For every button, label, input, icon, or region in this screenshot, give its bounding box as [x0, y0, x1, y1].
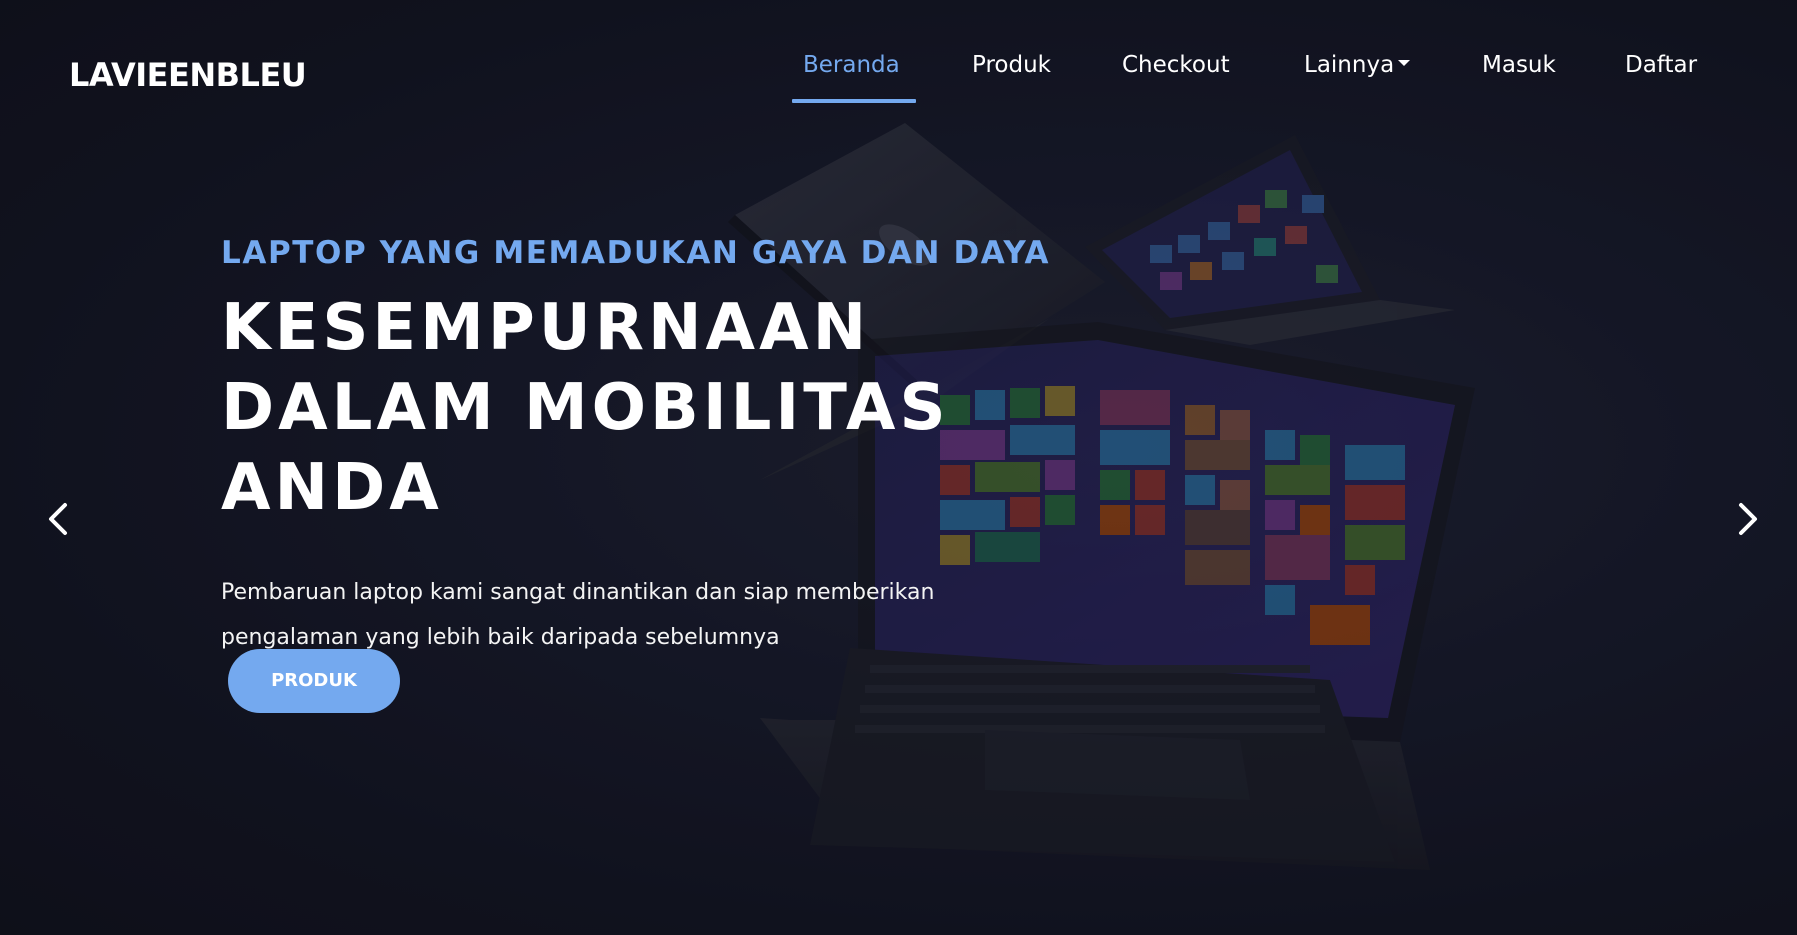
nav-item-beranda[interactable]: Beranda	[803, 52, 900, 78]
nav-item-daftar[interactable]: Daftar	[1625, 52, 1697, 78]
nav-item-checkout[interactable]: Checkout	[1122, 52, 1230, 78]
nav-item-label: Beranda	[803, 52, 900, 78]
hero-title: KESEMPURNAAN DALAM MOBILITAS ANDA	[221, 291, 950, 525]
nav-item-label: Checkout	[1122, 52, 1230, 78]
nav-item-lainnya-dropdown[interactable]: Lainnya	[1304, 52, 1411, 78]
hero-page: LAVIEENBLEU Beranda Produk Checkout Lain…	[0, 0, 1797, 935]
nav-item-label: Produk	[972, 52, 1051, 78]
nav-item-masuk[interactable]: Masuk	[1482, 52, 1556, 78]
navbar: LAVIEENBLEU Beranda Produk Checkout Lain…	[0, 0, 1797, 140]
produk-button[interactable]: PRODUK	[228, 649, 400, 713]
nav-item-label: Lainnya	[1304, 52, 1395, 78]
nav-item-label: Masuk	[1482, 52, 1556, 78]
carousel-prev-button[interactable]	[39, 494, 79, 544]
nav-menu: Beranda Produk Checkout Lainnya Masuk Da…	[0, 52, 1797, 112]
chevron-right-icon	[1739, 503, 1757, 535]
hero-subtitle: LAPTOP YANG MEMADUKAN GAYA DAN DAYA	[221, 235, 1051, 271]
active-nav-indicator	[792, 99, 916, 103]
chevron-left-icon	[49, 503, 67, 535]
caret-down-icon	[1398, 59, 1411, 66]
nav-item-produk[interactable]: Produk	[972, 52, 1051, 78]
hero-content: LAPTOP YANG MEMADUKAN GAYA DAN DAYA KESE…	[221, 228, 1121, 660]
carousel-next-button[interactable]	[1727, 494, 1767, 544]
nav-item-label: Daftar	[1625, 52, 1698, 78]
hero-description: Pembaruan laptop kami sangat dinantikan …	[221, 580, 935, 650]
